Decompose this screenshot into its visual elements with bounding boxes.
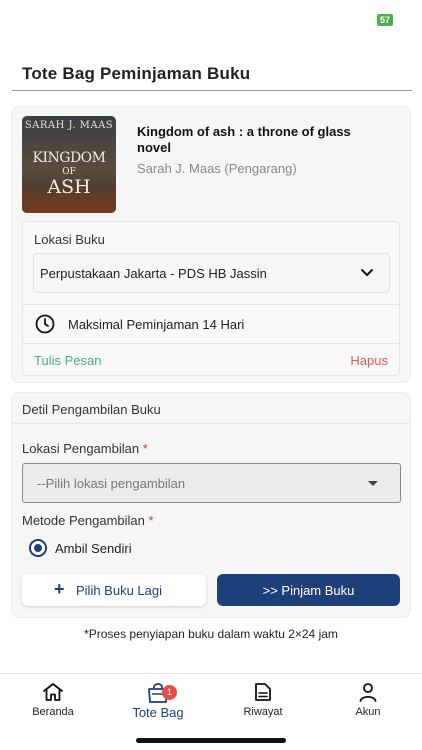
required-mark: *	[142, 441, 148, 456]
chevron-down-icon	[361, 269, 373, 276]
nav-item-account[interactable]: Akun	[328, 682, 408, 722]
document-icon	[255, 683, 271, 701]
pickup-location-label-text: Lokasi Pengambilan	[22, 441, 140, 456]
pickup-location-placeholder: --Pilih lokasi pengambilan	[37, 476, 186, 491]
book-card: SARAH J. MAAS KINGDOM OF ASH Kingdom of …	[11, 106, 411, 383]
tote-bag-badge: 1	[162, 685, 177, 700]
nav-item-history[interactable]: Riwayat	[223, 682, 303, 722]
pickup-location-select[interactable]: --Pilih lokasi pengambilan	[22, 463, 401, 503]
cover-title-line3: ASH	[47, 176, 91, 198]
nav-label-home: Beranda	[32, 706, 74, 718]
choose-more-books-button[interactable]: + Pilih Buku Lagi	[22, 574, 206, 606]
clock-icon	[35, 314, 55, 334]
page-title: Tote Bag Peminjaman Buku	[22, 64, 251, 83]
book-title: Kingdom of ash : a throne of glass novel	[137, 124, 351, 155]
title-divider	[12, 90, 412, 91]
borrow-button[interactable]: >> Pinjam Buku	[217, 574, 400, 606]
status-bar: 57	[0, 0, 422, 36]
plus-icon: +	[54, 579, 65, 599]
required-mark: *	[148, 513, 154, 528]
divider	[23, 343, 399, 344]
pickup-method-label: Metode Pengambilan *	[22, 513, 154, 528]
preparation-note: *Proses penyiapan buku dalam waktu 2×24 …	[84, 627, 338, 641]
nav-item-tote-bag[interactable]: 1 Tote Bag	[118, 682, 198, 722]
pickup-header: Detil Pengambilan Buku	[12, 393, 410, 424]
cover-title-line1: KINGDOM	[32, 150, 106, 166]
battery-indicator: 57	[376, 14, 393, 26]
self-pickup-radio[interactable]	[29, 539, 47, 557]
book-author: Sarah J. Maas (Pengarang)	[137, 161, 297, 176]
write-message-link[interactable]: Tulis Pesan	[34, 353, 101, 368]
home-icon	[43, 683, 63, 701]
nav-label-tote-bag: Tote Bag	[132, 705, 184, 720]
max-loan-text: Maksimal Peminjaman 14 Hari	[68, 317, 245, 332]
delete-link[interactable]: Hapus	[350, 353, 388, 368]
book-details-box: Lokasi Buku Perpustakaan Jakarta - PDS H…	[22, 221, 400, 376]
book-location-select[interactable]: Perpustakaan Jakarta - PDS HB Jassin	[33, 253, 390, 293]
cover-author: SARAH J. MAAS	[24, 120, 114, 131]
pickup-header-title: Detil Pengambilan Buku	[22, 402, 161, 417]
self-pickup-label[interactable]: Ambil Sendiri	[55, 541, 132, 556]
divider	[23, 304, 399, 305]
book-cover[interactable]: SARAH J. MAAS KINGDOM OF ASH	[22, 116, 116, 213]
user-icon	[359, 683, 377, 702]
home-indicator	[136, 738, 286, 743]
book-location-label: Lokasi Buku	[34, 232, 105, 247]
pickup-method-label-text: Metode Pengambilan	[22, 513, 145, 528]
choose-more-books-label: Pilih Buku Lagi	[76, 583, 162, 598]
nav-label-history: Riwayat	[243, 706, 283, 718]
borrow-button-label: >> Pinjam Buku	[262, 583, 355, 598]
nav-label-account: Akun	[355, 706, 381, 718]
nav-item-home[interactable]: Beranda	[13, 682, 93, 722]
pickup-card: Detil Pengambilan Buku Lokasi Pengambila…	[11, 392, 411, 618]
pickup-location-label: Lokasi Pengambilan *	[22, 441, 148, 456]
caret-down-icon	[368, 481, 378, 486]
book-location-value: Perpustakaan Jakarta - PDS HB Jassin	[40, 266, 267, 281]
